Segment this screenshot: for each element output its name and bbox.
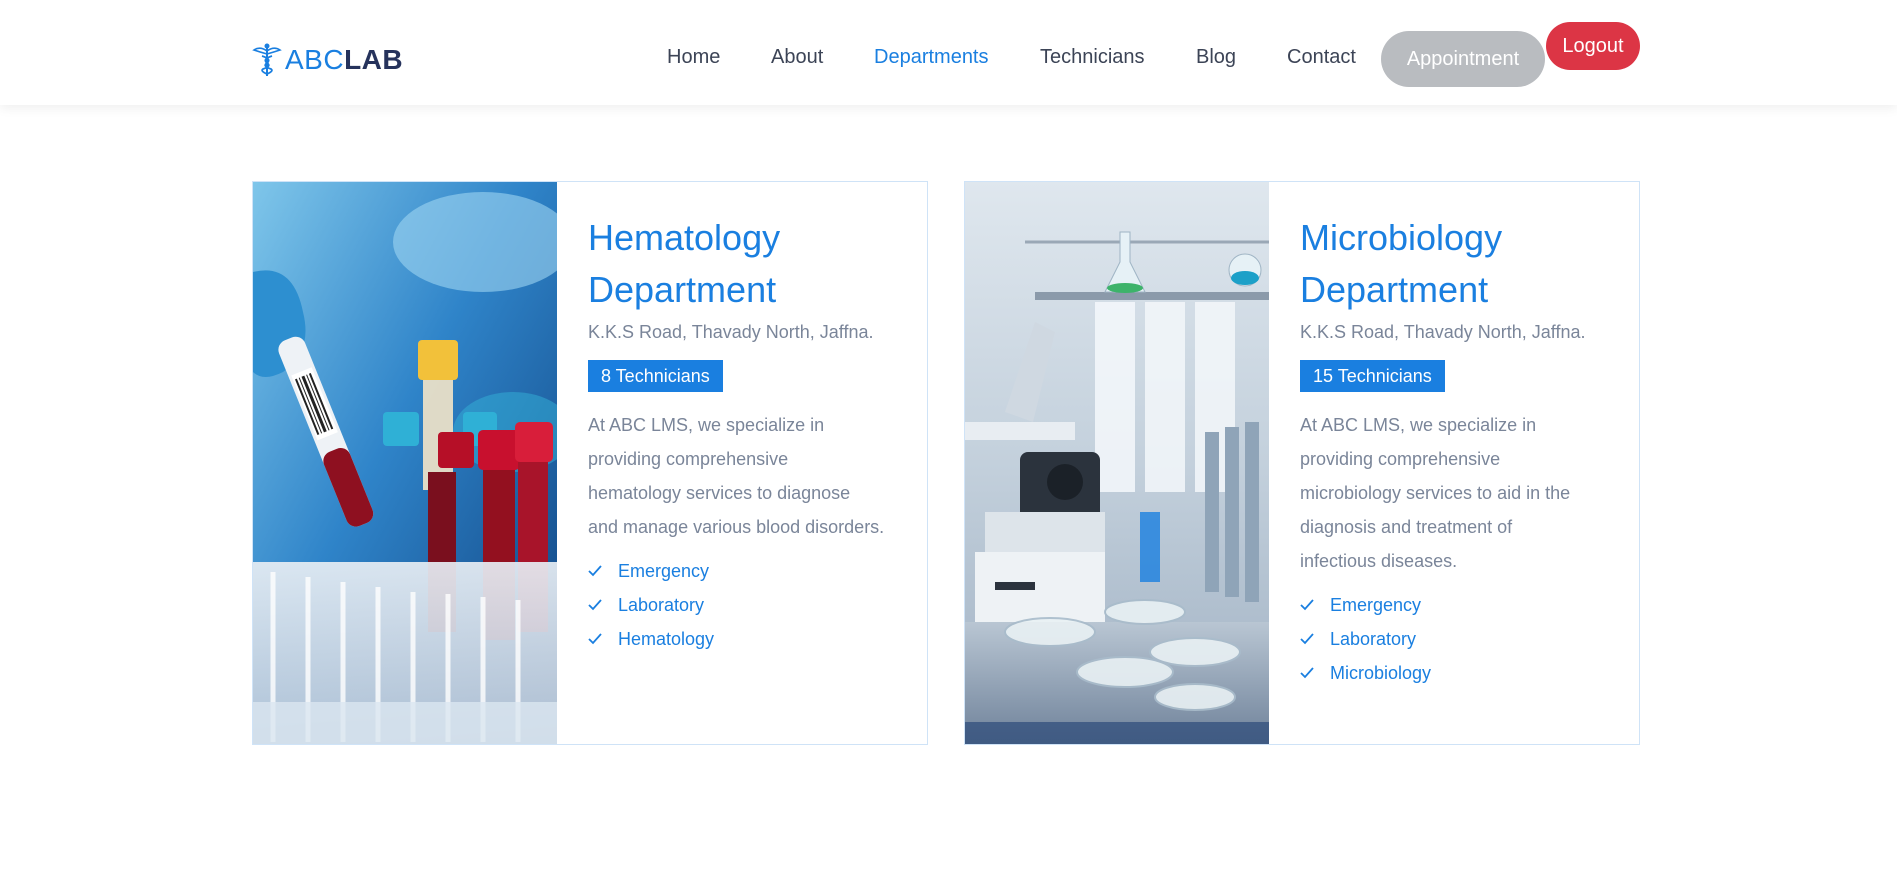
- nav-item-technicians[interactable]: Technicians: [1040, 46, 1145, 69]
- department-title-line1: Microbiology: [1300, 217, 1503, 258]
- department-title-line2: Department: [588, 269, 777, 310]
- department-address: K.K.S Road, Thavady North, Jaffna.: [1300, 322, 1586, 342]
- feature-label: Laboratory: [618, 594, 705, 615]
- description-line: providing comprehensive: [588, 449, 789, 469]
- check-icon: [588, 633, 602, 645]
- department-description: At ABC LMS, we specialize in providing c…: [588, 408, 908, 544]
- department-info-hematology: Hematology Department K.K.S Road, Thavady…: [588, 212, 908, 656]
- feature-list: Emergency Laboratory Microbiology: [1300, 588, 1620, 690]
- brand-name-light: ABC: [285, 44, 345, 75]
- nav-item-home[interactable]: Home: [667, 46, 720, 69]
- check-icon: [588, 565, 602, 577]
- check-icon: [1300, 633, 1314, 645]
- department-title: Hematology Department: [588, 212, 908, 316]
- feature-item: Laboratory: [1300, 622, 1620, 656]
- feature-label: Emergency: [1330, 594, 1422, 615]
- nav-item-blog[interactable]: Blog: [1196, 46, 1236, 69]
- department-title-line2: Department: [1300, 269, 1489, 310]
- description-line: providing comprehensive: [1300, 449, 1501, 469]
- feature-label: Hematology: [618, 628, 715, 649]
- check-icon: [1300, 667, 1314, 679]
- feature-item: Hematology: [588, 622, 908, 656]
- description-line: diagnosis and treatment of: [1300, 517, 1513, 537]
- logout-button[interactable]: Logout: [1546, 22, 1640, 70]
- department-address: K.K.S Road, Thavady North, Jaffna.: [588, 322, 874, 342]
- technicians-badge: 8 Technicians: [588, 360, 723, 392]
- blood-sample-tubes-photo: [253, 182, 557, 744]
- feature-list: Emergency Laboratory Hematology: [588, 554, 908, 656]
- feature-label: Microbiology: [1330, 662, 1432, 683]
- description-line: infectious diseases.: [1300, 551, 1458, 571]
- nav-item-departments[interactable]: Departments: [874, 46, 989, 69]
- department-title-line1: Hematology: [588, 217, 781, 258]
- department-description: At ABC LMS, we specialize in providing c…: [1300, 408, 1620, 578]
- check-icon: [588, 599, 602, 611]
- department-card-hematology: Hematology Department K.K.S Road, Thavady…: [252, 181, 928, 745]
- brand-name: ABCLAB: [285, 44, 403, 76]
- appointment-button[interactable]: Appointment: [1381, 31, 1545, 87]
- description-line: and manage various blood disorders.: [588, 517, 885, 537]
- caduceus-icon: [252, 43, 282, 76]
- feature-label: Emergency: [618, 560, 710, 581]
- technicians-badge: 15 Technicians: [1300, 360, 1445, 392]
- nav-item-contact[interactable]: Contact: [1287, 46, 1356, 69]
- department-card-microbiology: Microbiology Department K.K.S Road, Thava…: [964, 181, 1640, 745]
- department-image-microbiology: [965, 182, 1269, 744]
- brand-logo[interactable]: ABCLAB: [251, 40, 403, 80]
- feature-item: Emergency: [588, 554, 908, 588]
- check-icon: [1300, 599, 1314, 611]
- feature-item: Emergency: [1300, 588, 1620, 622]
- site-header: ABCLAB Home About Departments Technician…: [0, 0, 1897, 105]
- description-line: hematology services to diagnose: [588, 483, 851, 503]
- department-image-hematology: [253, 182, 557, 744]
- feature-item: Microbiology: [1300, 656, 1620, 690]
- brand-name-bold: LAB: [344, 44, 404, 75]
- feature-label: Laboratory: [1330, 628, 1417, 649]
- feature-item: Laboratory: [588, 588, 908, 622]
- laboratory-microscope-photo: [965, 182, 1269, 744]
- nav-item-about[interactable]: About: [771, 46, 823, 69]
- description-line: At ABC LMS, we specialize in: [588, 415, 825, 435]
- department-info-microbiology: Microbiology Department K.K.S Road, Thava…: [1300, 212, 1620, 690]
- department-title: Microbiology Department: [1300, 212, 1620, 316]
- description-line: At ABC LMS, we specialize in: [1300, 415, 1537, 435]
- description-line: microbiology services to aid in the: [1300, 483, 1571, 503]
